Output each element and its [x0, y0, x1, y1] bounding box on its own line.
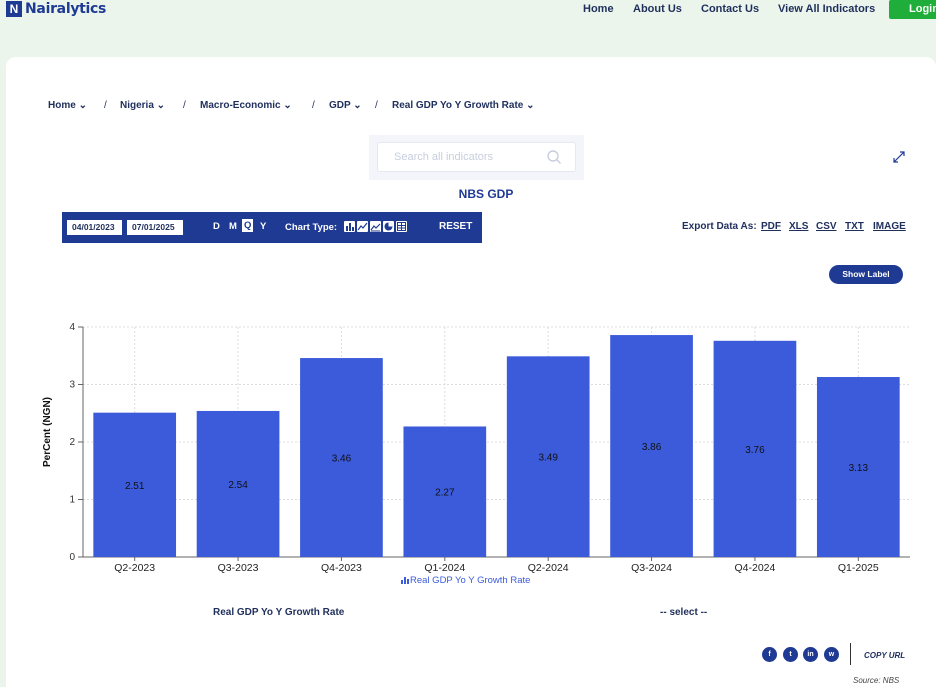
end-date-input[interactable]: 07/01/2025 — [127, 220, 183, 235]
data-label: 3.46 — [332, 454, 352, 465]
twitter-icon[interactable]: t — [783, 647, 798, 662]
breadcrumb-home[interactable]: Home ⌄ — [48, 100, 87, 111]
frequency-daily[interactable]: D — [213, 221, 220, 232]
bar-chart-icon — [404, 577, 406, 584]
x-tick-label: Q1-2024 — [424, 562, 465, 574]
nav-view-all-indicators[interactable]: View All Indicators — [778, 3, 875, 15]
export-image-link[interactable]: IMAGE — [873, 221, 906, 232]
frequency-quarterly[interactable]: Q — [242, 219, 254, 232]
reset-button[interactable]: RESET — [439, 221, 472, 232]
data-label: 3.86 — [642, 442, 662, 453]
chart-type-label: Chart Type: — [285, 222, 338, 233]
data-label: 2.51 — [125, 481, 145, 492]
breadcrumb-real-gdp[interactable]: Real GDP Yo Y Growth Rate ⌄ — [392, 100, 535, 111]
x-tick-label: Q3-2024 — [631, 562, 672, 574]
y-axis-label: PerCent (NGN) — [42, 397, 53, 467]
compare-select[interactable]: -- select -- — [660, 607, 707, 618]
bar-chart: 0 1 2 3 4 PerCent (NGN) 2.51 Q2-2023 2.54 Q3-2023… — [42, 322, 910, 586]
export-label: Export Data As: — [682, 221, 757, 232]
y-tick-label: 2 — [69, 437, 75, 448]
logo-mark: N — [6, 1, 22, 17]
nav-contact-us[interactable]: Contact Us — [701, 3, 759, 15]
breadcrumb-gdp[interactable]: GDP ⌄ — [329, 100, 362, 111]
y-tick-label: 0 — [69, 552, 75, 563]
source-note: Source: NBS — [853, 676, 900, 685]
pie-chart-type-icon[interactable] — [383, 221, 394, 232]
area-chart-type-icon[interactable] — [370, 221, 381, 232]
breadcrumb-separator: / — [375, 100, 378, 111]
bar-chart-type-icon[interactable] — [344, 221, 355, 232]
legend-label: Real GDP Yo Y Growth Rate — [410, 575, 530, 586]
data-label: 3.76 — [745, 445, 765, 456]
data-label: 3.49 — [538, 453, 558, 464]
logo[interactable]: N Nairalytics — [6, 0, 106, 18]
data-label: 2.54 — [228, 480, 248, 491]
show-label-button[interactable]: Show Label — [829, 265, 903, 284]
x-tick-label: Q1-2025 — [838, 562, 879, 574]
y-tick-label: 1 — [69, 495, 75, 506]
nav-home[interactable]: Home — [583, 3, 614, 15]
breadcrumb-macro-economic[interactable]: Macro-Economic ⌄ — [200, 100, 292, 111]
y-tick-label: 4 — [69, 322, 75, 333]
breadcrumb-nigeria[interactable]: Nigeria ⌄ — [120, 100, 165, 111]
breadcrumb-separator: / — [312, 100, 315, 111]
breadcrumb-separator: / — [183, 100, 186, 111]
series-select[interactable]: Real GDP Yo Y Growth Rate — [213, 607, 344, 618]
x-tick-label: Q3-2023 — [218, 562, 259, 574]
data-label: 2.27 — [435, 488, 455, 499]
export-pdf-link[interactable]: PDF — [761, 221, 781, 232]
line-chart-type-icon[interactable] — [357, 221, 368, 232]
login-button[interactable]: Login — [889, 0, 936, 19]
frequency-monthly[interactable]: M — [229, 221, 237, 232]
y-tick-label: 3 — [69, 380, 75, 391]
breadcrumb-separator: / — [104, 100, 107, 111]
table-chart-type-icon[interactable] — [396, 221, 407, 232]
export-txt-link[interactable]: TXT — [845, 221, 864, 232]
copy-url-button[interactable]: COPY URL — [864, 651, 905, 660]
logo-text: Nairalytics — [25, 1, 107, 17]
chart-heading: NBS GDP — [458, 187, 514, 201]
export-xls-link[interactable]: XLS — [789, 221, 808, 232]
top-navbar: N Nairalytics Home About Us Contact Us V… — [0, 0, 936, 22]
x-tick-label: Q2-2024 — [528, 562, 569, 574]
search-placeholder: Search all indicators — [394, 151, 494, 163]
bar-chart-icon — [401, 580, 403, 584]
x-tick-label: Q4-2024 — [735, 562, 776, 574]
x-tick-label: Q2-2023 — [114, 562, 155, 574]
expand-icon[interactable] — [892, 150, 906, 164]
search-icon[interactable] — [546, 149, 562, 165]
start-date-input[interactable]: 04/01/2023 — [67, 220, 122, 235]
data-label: 3.13 — [849, 463, 869, 474]
bar-chart-icon — [407, 579, 409, 584]
search-input[interactable]: Search all indicators — [377, 142, 576, 172]
whatsapp-icon[interactable]: w — [824, 647, 839, 662]
x-tick-label: Q4-2023 — [321, 562, 362, 574]
legend-item[interactable]: Real GDP Yo Y Growth Rate — [401, 575, 530, 586]
divider — [850, 643, 851, 665]
linkedin-icon[interactable]: in — [803, 647, 818, 662]
frequency-yearly[interactable]: Y — [260, 221, 266, 232]
export-csv-link[interactable]: CSV — [816, 221, 837, 232]
nav-about-us[interactable]: About Us — [633, 3, 682, 15]
facebook-icon[interactable]: f — [762, 647, 777, 662]
chart-toolbar: 04/01/2023 07/01/2025 D M Q Y Chart Type… — [62, 212, 482, 243]
